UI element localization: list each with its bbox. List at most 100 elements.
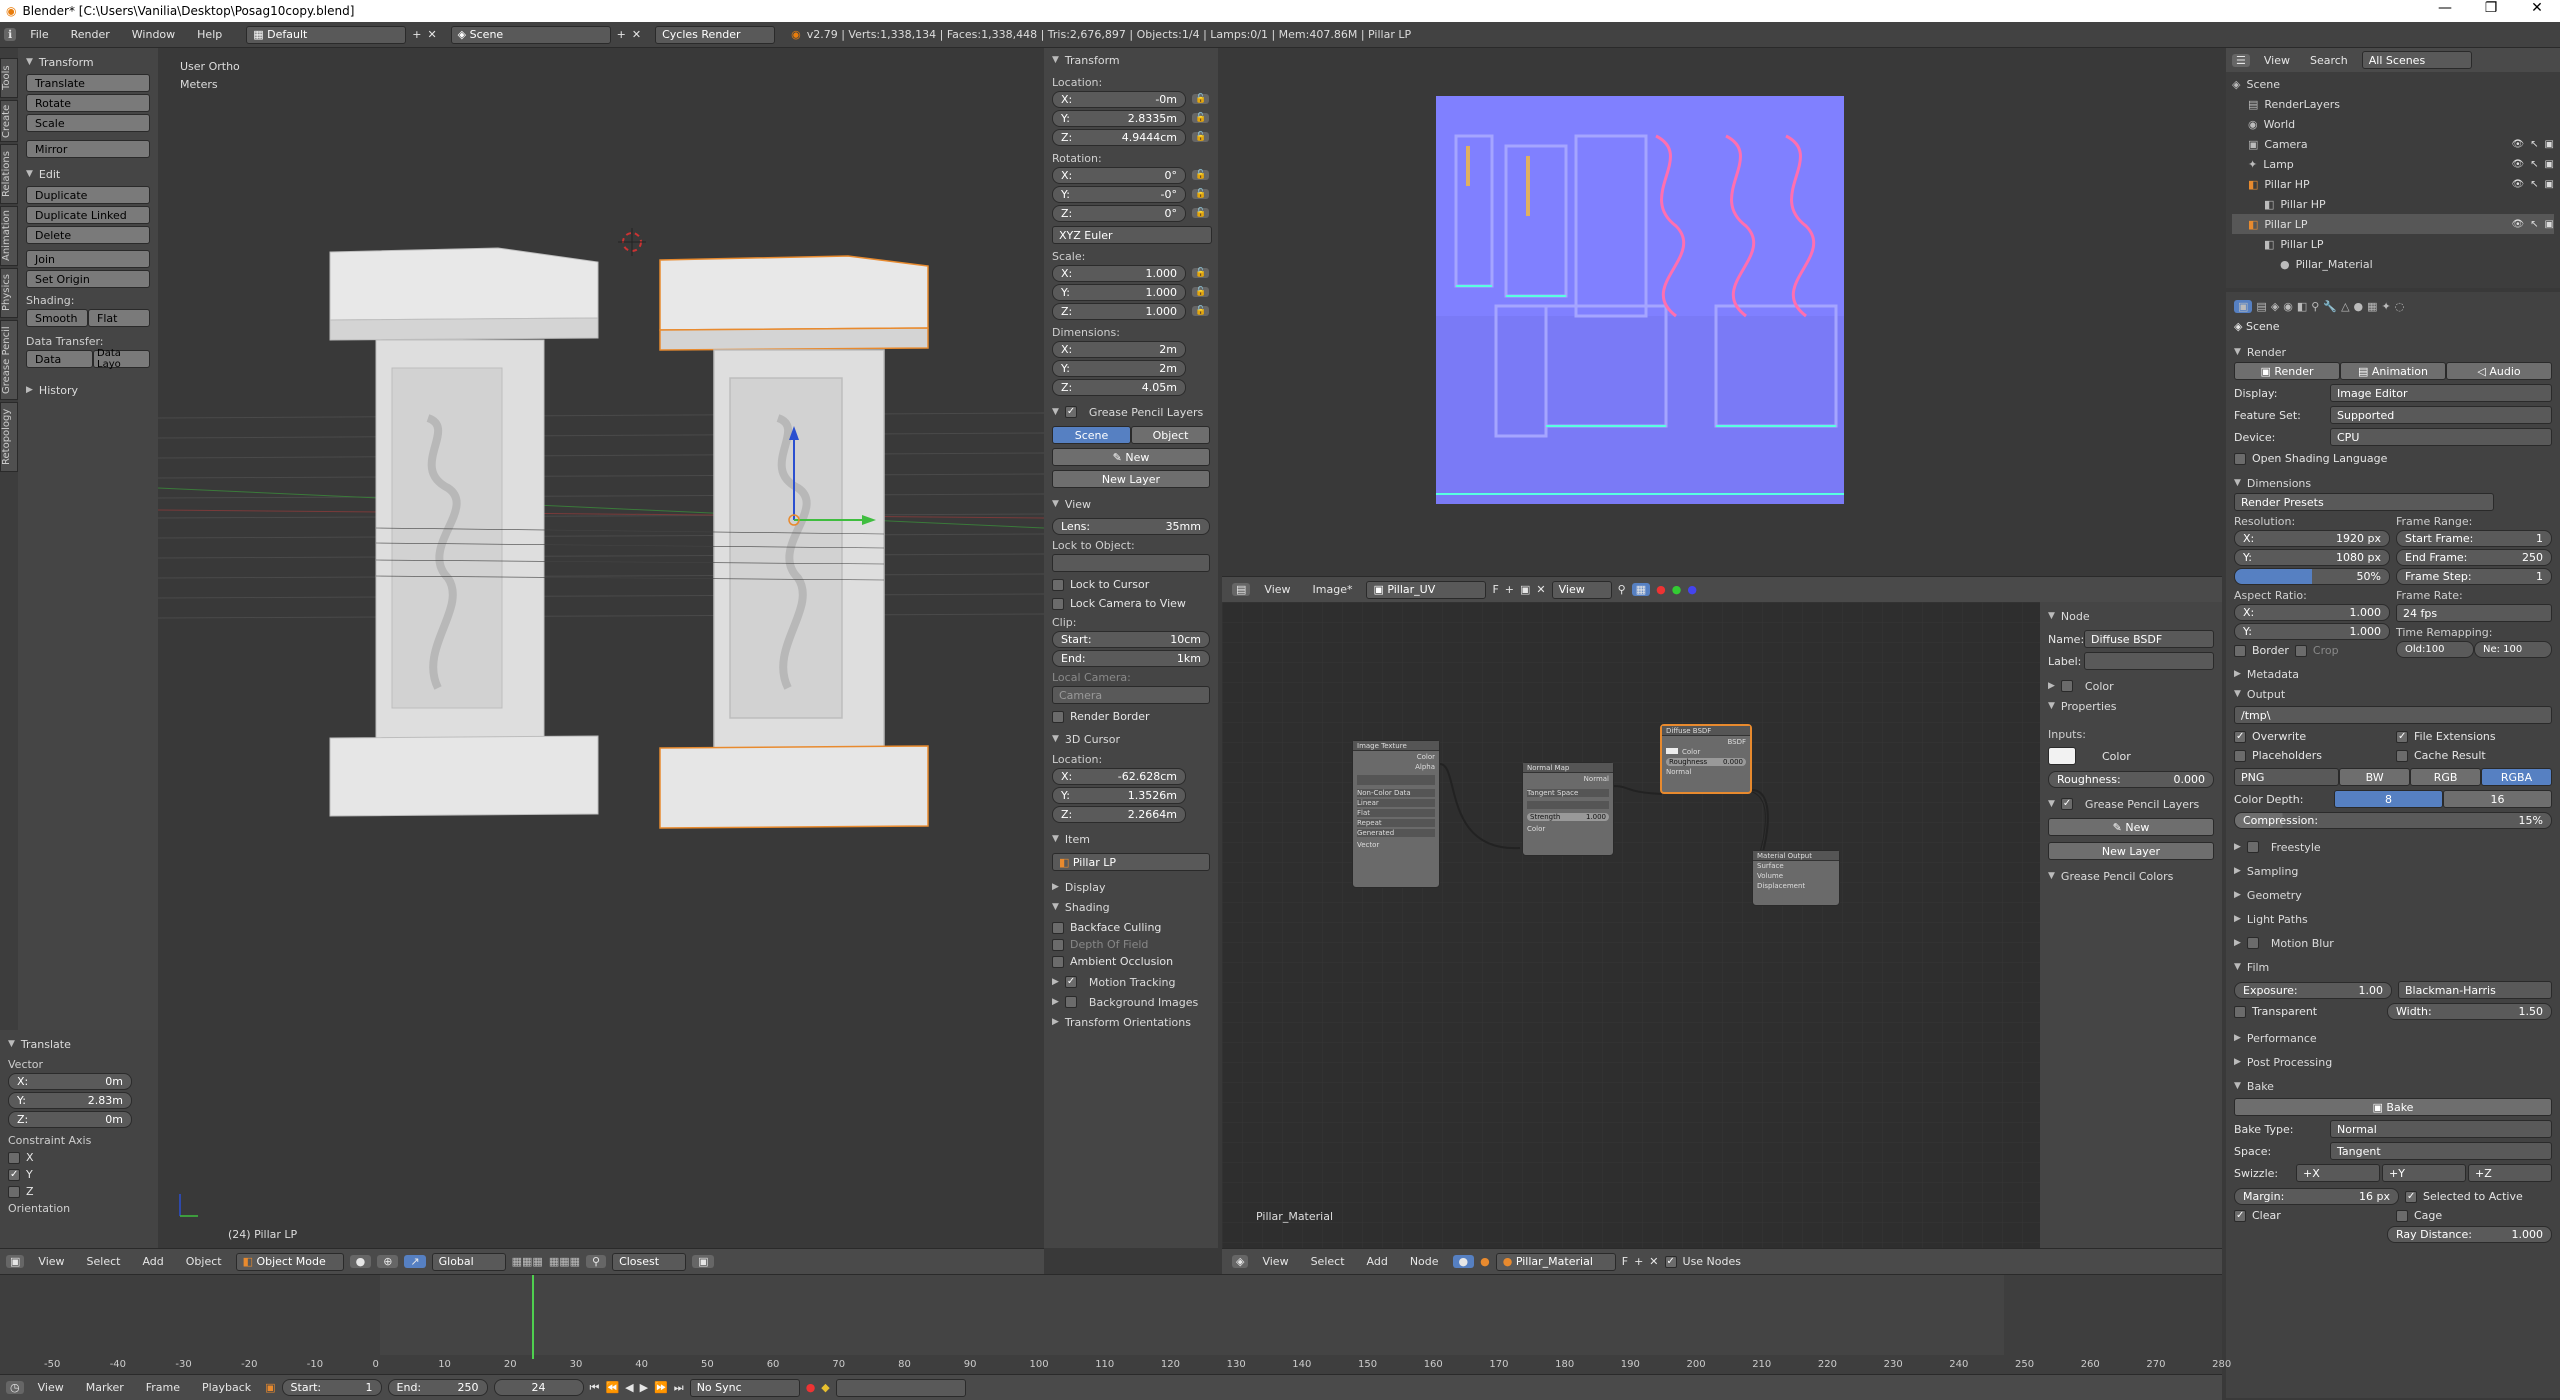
eye-icon[interactable]: 👁 xyxy=(2511,159,2524,170)
layers-icon[interactable]: ▦▦▦ xyxy=(512,1255,543,1268)
render-presets-select[interactable]: Render Presets xyxy=(2234,493,2494,511)
timeline-menu-view[interactable]: View xyxy=(30,1381,72,1394)
start-frame-field[interactable]: Start Frame: 1 xyxy=(2396,530,2552,547)
outliner-item[interactable]: ◉ World xyxy=(2232,114,2554,134)
lock-icon[interactable]: 🔓 xyxy=(1192,112,1210,123)
view-panel-header[interactable]: ▼ View xyxy=(1052,494,1210,514)
space-select[interactable]: Tangent xyxy=(2330,1142,2552,1160)
rotation-mode-select[interactable]: XYZ Euler xyxy=(1052,226,1212,244)
render-tab-icon[interactable]: ▣ xyxy=(2234,299,2253,313)
node-gp-header[interactable]: ▼Grease Pencil Layers xyxy=(2048,794,2214,814)
history-header[interactable]: ▶ History xyxy=(26,380,150,400)
location-z-field[interactable]: Z: 4.9444cm xyxy=(1052,129,1186,146)
local-camera-field[interactable]: Camera xyxy=(1052,686,1210,704)
clear-checkbox[interactable]: Clear xyxy=(2234,1209,2390,1222)
node-panel-header[interactable]: ▼ Node xyxy=(2048,606,2214,626)
new-image-icon[interactable]: + xyxy=(1505,583,1514,596)
device-select[interactable]: CPU xyxy=(2330,428,2552,446)
cache-result-checkbox[interactable]: Cache Result xyxy=(2396,749,2552,762)
editor-type-icon[interactable]: ▣ xyxy=(6,1255,25,1268)
node-editor[interactable]: Image Texture Color Alpha Non-Color Data… xyxy=(1222,602,2040,1248)
orientation-select[interactable]: Global xyxy=(431,1252,506,1271)
ao-checkbox[interactable]: Ambient Occlusion xyxy=(1052,955,1210,968)
render-preview-icon[interactable]: ▣ xyxy=(692,1255,715,1268)
render-header[interactable]: ▼ Render xyxy=(2234,342,2552,362)
node-gp-new-button[interactable]: ✎ New xyxy=(2048,818,2214,836)
node-menu-select[interactable]: Select xyxy=(1303,1255,1353,1268)
outliner-menu-view[interactable]: View xyxy=(2258,54,2296,67)
bake-type-select[interactable]: Normal xyxy=(2330,1120,2552,1138)
viewport-menu-view[interactable]: View xyxy=(30,1255,72,1268)
aspect-x-field[interactable]: X: 1.000 xyxy=(2234,604,2390,621)
depth-16-button[interactable]: 16 xyxy=(2443,790,2552,808)
vector-z-field[interactable]: Z: 0m xyxy=(8,1111,132,1128)
scene-selector[interactable]: ◈ Scene xyxy=(450,25,611,44)
clip-start-field[interactable]: Start: 10cm xyxy=(1052,631,1210,648)
join-button[interactable]: Join xyxy=(26,250,150,268)
node-name-field[interactable]: Diffuse BSDF xyxy=(2084,630,2214,648)
constraints-tab-icon[interactable]: ⚲ xyxy=(2311,300,2319,313)
aspect-y-field[interactable]: Y: 1.000 xyxy=(2234,623,2390,640)
flat-button[interactable]: Flat xyxy=(88,309,150,327)
outliner-item[interactable]: ◧ Pillar LP 👁 ↖ ▣ xyxy=(2232,214,2554,234)
osl-checkbox[interactable]: Open Shading Language xyxy=(2234,452,2552,465)
play-reverse-icon[interactable]: ◀ xyxy=(625,1381,633,1394)
blue-channel-icon[interactable]: ● xyxy=(1687,583,1697,596)
add-scene-icon[interactable]: + xyxy=(617,28,626,41)
node-color-header[interactable]: ▶ Color xyxy=(2048,676,2214,696)
cursor-icon[interactable]: ↖ xyxy=(2530,219,2538,230)
node-unlink-material-icon[interactable]: ✕ xyxy=(1649,1255,1658,1268)
dof-checkbox[interactable]: Depth Of Field xyxy=(1052,938,1210,951)
use-nodes-checkbox[interactable]: Use Nodes xyxy=(1664,1255,1741,1268)
cage-checkbox[interactable]: Cage xyxy=(2396,1209,2552,1222)
performance-header[interactable]: ▶ Performance xyxy=(2234,1028,2552,1048)
res-y-field[interactable]: Y: 1080 px xyxy=(2234,549,2390,566)
texture-tab-icon[interactable]: ▦ xyxy=(2367,300,2377,313)
cursor-location-z-field[interactable]: Z: 2.2664m xyxy=(1052,806,1186,823)
constraint-x-checkbox[interactable]: X xyxy=(8,1151,150,1164)
image-editor[interactable] xyxy=(1222,48,2222,576)
lock-icon[interactable]: 🔓 xyxy=(1192,169,1210,180)
particles-tab-icon[interactable]: ✦ xyxy=(2382,300,2391,313)
rotation-z-field[interactable]: Z: 0° xyxy=(1052,205,1186,222)
constraint-z-checkbox[interactable]: Z xyxy=(8,1185,150,1198)
viewport-3d[interactable]: User Ortho Meters (24) Pillar LP xyxy=(158,48,1044,1248)
lock-icon[interactable]: 🔓 xyxy=(1192,305,1210,316)
editor-type-icon[interactable]: ☰ xyxy=(2232,53,2250,67)
translate-operator-header[interactable]: ▼ Translate xyxy=(8,1034,150,1054)
scene-tab-icon[interactable]: ◈ xyxy=(2271,300,2279,313)
metadata-header[interactable]: ▶ Metadata xyxy=(2234,664,2552,684)
open-image-icon[interactable]: ▣ xyxy=(1520,583,1530,596)
timeline-menu-frame[interactable]: Frame xyxy=(138,1381,188,1394)
timeline[interactable]: -50 -40 -30 -20 -10 0 10 20 30 40 50 60 70 80 90 100 110… xyxy=(0,1274,2231,1374)
roughness-field[interactable]: Roughness: 0.000 xyxy=(2048,771,2214,788)
eye-icon[interactable]: 👁 xyxy=(2511,139,2524,150)
swizzle-x-select[interactable]: +X xyxy=(2296,1164,2380,1182)
manipulator-icon[interactable]: ↗ xyxy=(404,1255,426,1268)
current-frame-line[interactable] xyxy=(532,1275,534,1359)
outliner-item[interactable]: ◧ Pillar LP xyxy=(2232,234,2554,254)
display-panel-header[interactable]: ▶ Display xyxy=(1052,877,1210,897)
red-channel-icon[interactable]: ● xyxy=(1656,583,1666,596)
vector-y-field[interactable]: Y: 2.83m xyxy=(8,1092,132,1109)
shading-sphere-icon[interactable]: ● xyxy=(349,1255,372,1268)
jump-end-icon[interactable]: ⏭ xyxy=(674,1381,684,1395)
filter-width-field[interactable]: Width: 1.50 xyxy=(2387,1003,2552,1020)
preview-range-icon[interactable]: ▣ xyxy=(265,1381,275,1394)
post-processing-header[interactable]: ▶ Post Processing xyxy=(2234,1052,2552,1072)
outliner-item[interactable]: ◈ Scene xyxy=(2232,74,2554,94)
render-icon[interactable]: ▣ xyxy=(2545,139,2554,150)
end-frame-field[interactable]: End Frame: 250 xyxy=(2396,549,2552,566)
prev-key-icon[interactable]: ⏪ xyxy=(605,1381,619,1394)
motion-tracking-header[interactable]: ▶Motion Tracking xyxy=(1052,972,1210,992)
location-y-field[interactable]: Y: 2.8335m xyxy=(1052,110,1186,127)
smooth-button[interactable]: Smooth xyxy=(26,309,88,327)
render-icon[interactable]: ▣ xyxy=(2545,159,2554,170)
scale-button[interactable]: Scale xyxy=(26,114,150,132)
tab-grease-pencil[interactable]: Grease Pencil xyxy=(0,320,18,400)
diffuse-bsdf-node[interactable]: Diffuse BSDF BSDF Color Roughness 0.000 N… xyxy=(1660,724,1752,794)
outliner-item[interactable]: ✦ Lamp 👁 ↖ ▣ xyxy=(2232,154,2554,174)
image-menu-view[interactable]: View xyxy=(1256,583,1298,596)
render-button[interactable]: ▣ Render xyxy=(2234,362,2340,380)
scale-x-field[interactable]: X: 1.000 xyxy=(1052,265,1186,282)
